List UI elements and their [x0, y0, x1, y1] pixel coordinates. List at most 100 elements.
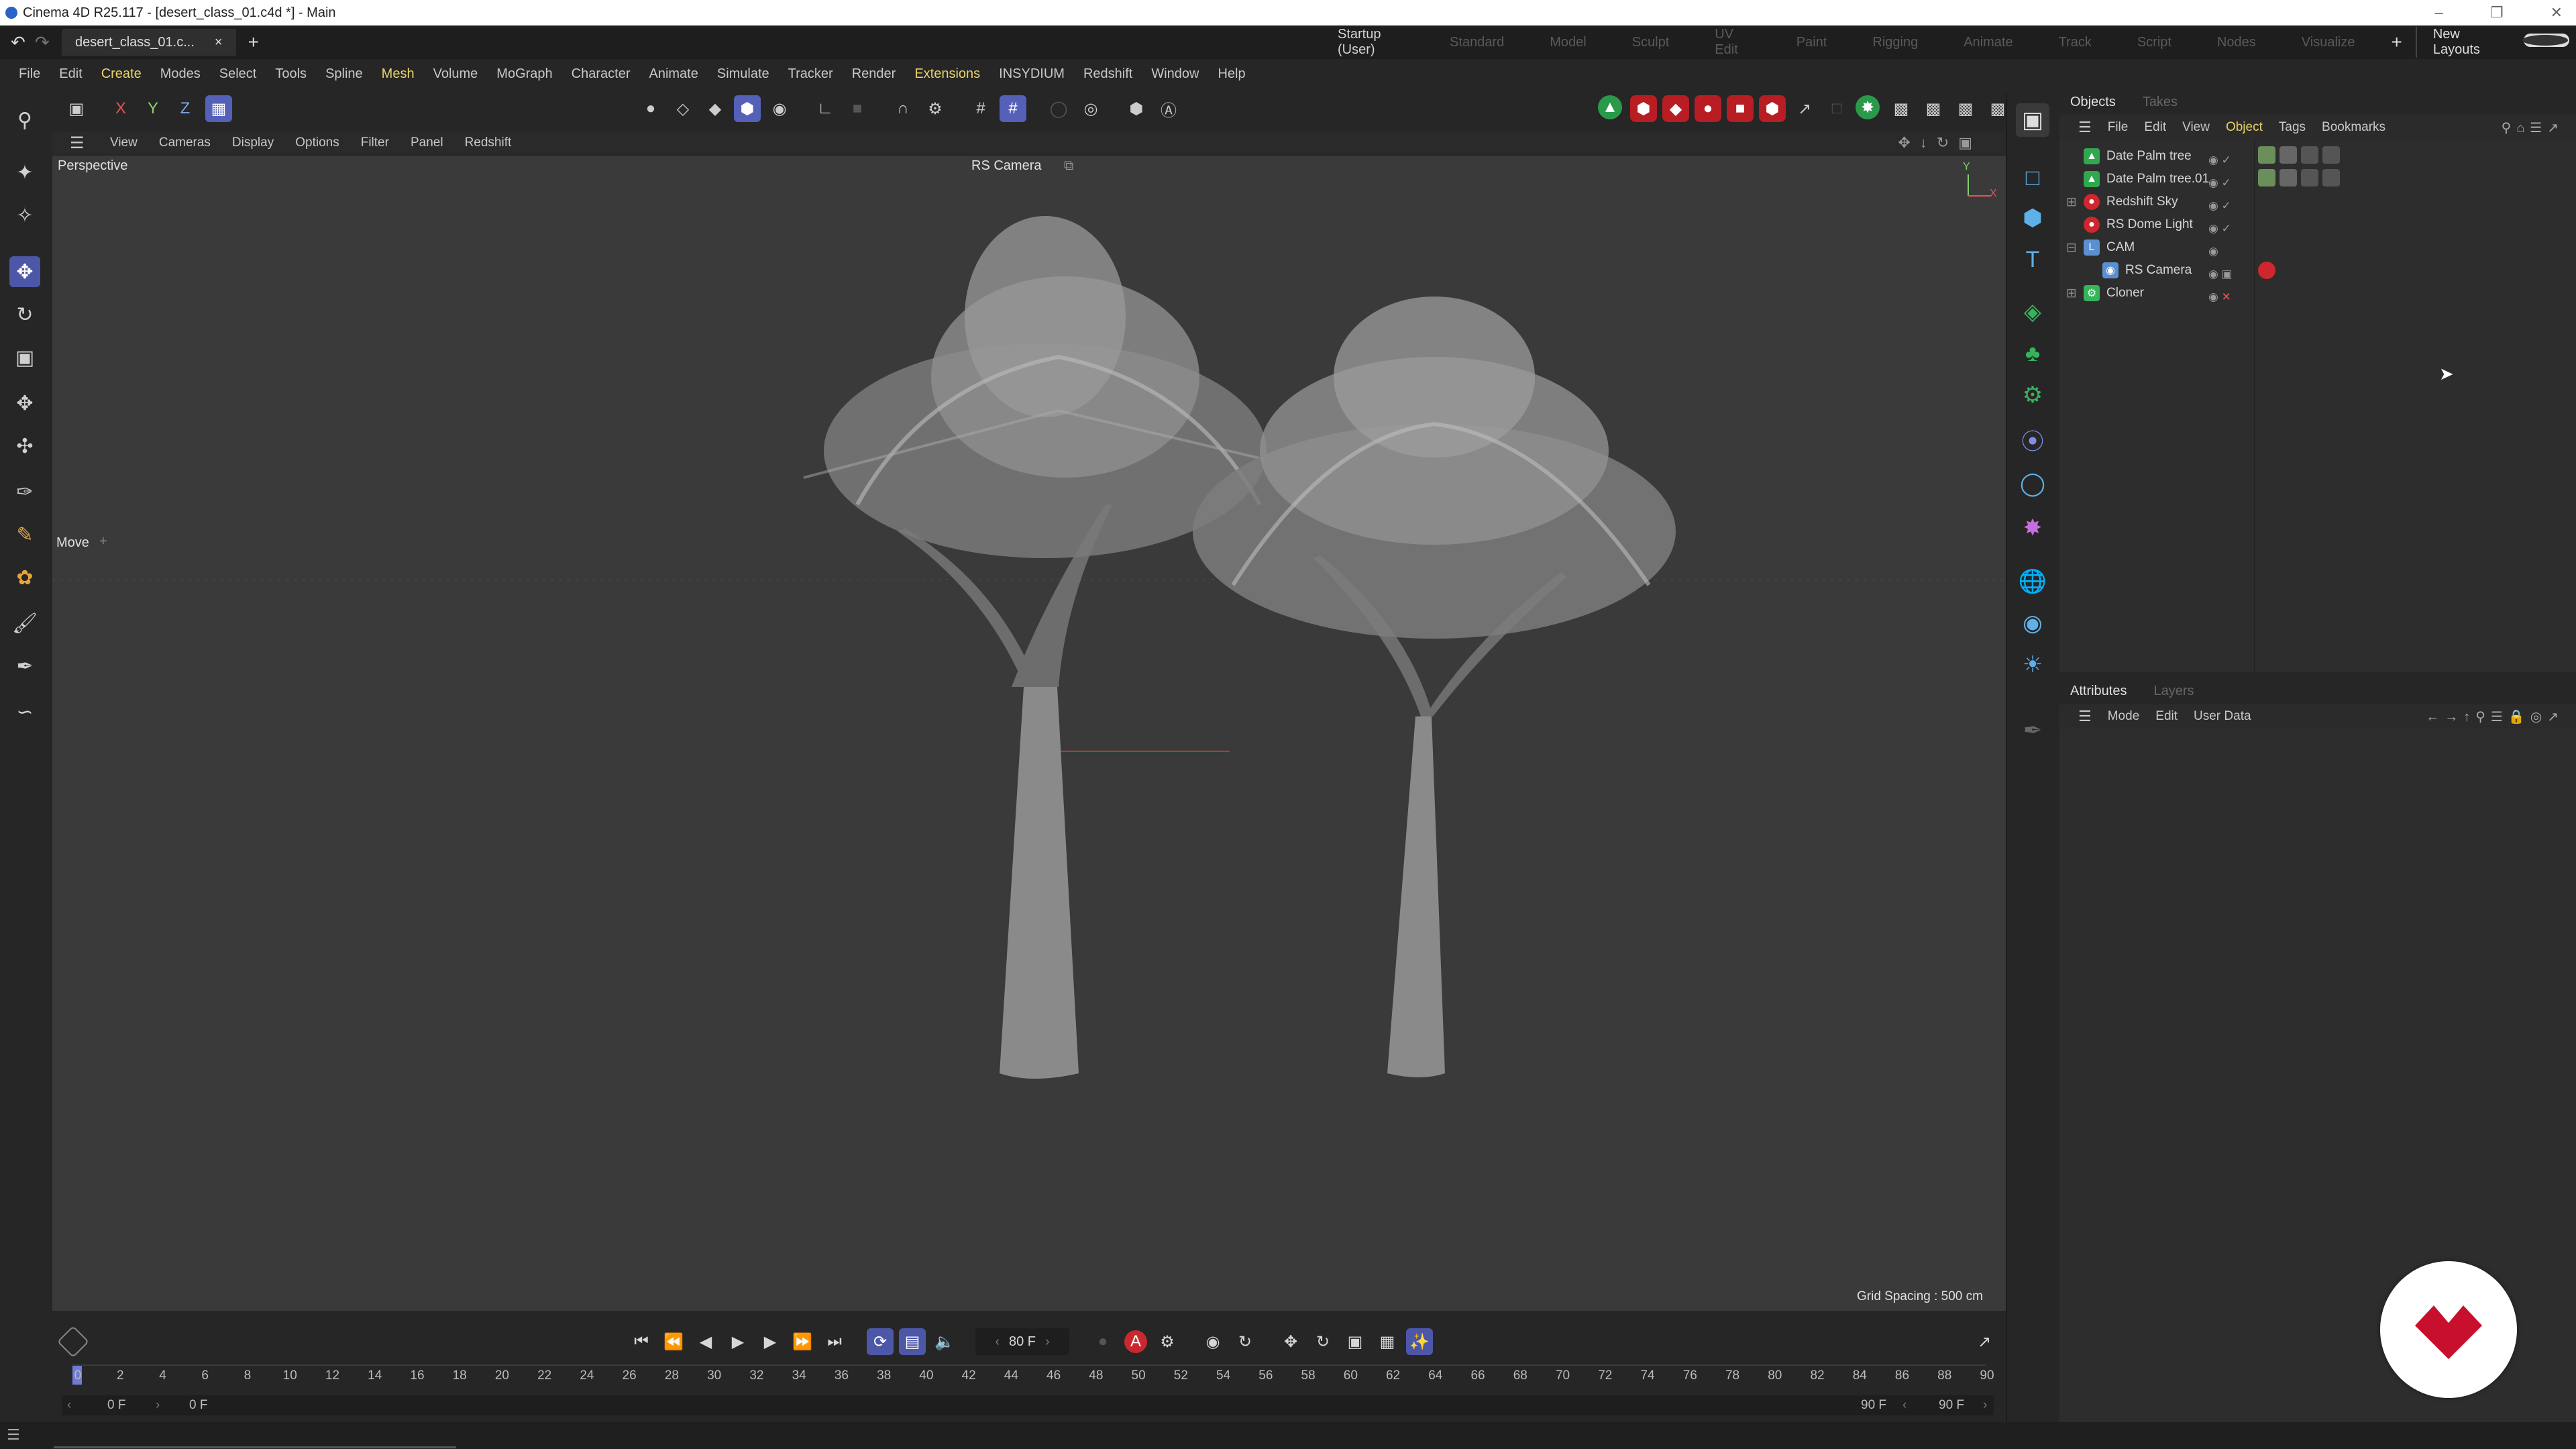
viewport-layout-icon[interactable]: ▣ [2016, 103, 2049, 137]
effector-icon[interactable]: ⚙ [2016, 378, 2049, 412]
axis-z-toggle[interactable]: Z [172, 95, 199, 122]
axis-x-toggle[interactable]: X [107, 95, 134, 122]
workplane-grid-icon[interactable]: # [1000, 95, 1026, 122]
close-tab-icon[interactable]: × [215, 35, 223, 50]
layout-rigging[interactable]: Rigging [1849, 35, 1941, 50]
sound-icon[interactable]: 🔈 [931, 1328, 958, 1355]
tab-objects[interactable]: Objects [2070, 95, 2116, 110]
range-start-field[interactable]: 0 F [107, 1398, 125, 1413]
loop-icon[interactable]: ⟳ [867, 1328, 894, 1355]
menu-mesh[interactable]: Mesh [372, 66, 424, 82]
tab-layers[interactable]: Layers [2153, 684, 2194, 699]
region-render-icon[interactable]: □ [1823, 95, 1850, 122]
keyframe-icon[interactable] [56, 1325, 90, 1358]
menu-spline[interactable]: Spline [316, 66, 372, 82]
menu-volume[interactable]: Volume [424, 66, 488, 82]
redshift-light-icon[interactable]: ● [1695, 95, 1721, 122]
preview-start-field[interactable]: 0 F [189, 1398, 207, 1413]
cube-icon[interactable]: ⬢ [2016, 201, 2049, 235]
minimize-icon[interactable]: – [2435, 4, 2443, 21]
viewport-menu-display[interactable]: Display [221, 136, 284, 150]
menu-file[interactable]: File [9, 66, 50, 82]
attributes-menu-user-data[interactable]: User Data [2186, 709, 2259, 724]
menu-extensions[interactable]: Extensions [905, 66, 989, 82]
add-tab-icon[interactable]: + [248, 32, 259, 53]
layout-paint[interactable]: Paint [1774, 35, 1850, 50]
layout-model[interactable]: Model [1527, 35, 1609, 50]
menu-modes[interactable]: Modes [151, 66, 210, 82]
viewport-menu-redshift[interactable]: Redshift [454, 136, 523, 150]
layout-visualize[interactable]: Visualize [2279, 35, 2378, 50]
viewport-solo-icon[interactable]: ▣ [63, 95, 90, 122]
play-icon[interactable]: ▶ [724, 1328, 751, 1355]
key-pla-icon[interactable]: ▦ [1374, 1328, 1401, 1355]
snap-settings-icon[interactable]: ⚙ [922, 95, 949, 122]
environment-icon[interactable]: 🌐 [2016, 565, 2049, 598]
object-name[interactable]: RS Dome Light [2106, 217, 2193, 232]
objects-menu-tags[interactable]: Tags [2271, 120, 2314, 135]
new-layouts-button[interactable]: New Layouts [2415, 27, 2517, 58]
insydium-icon[interactable]: ▲ [1598, 95, 1622, 119]
spline-sketch-icon[interactable]: ✎ [9, 519, 40, 550]
placement-tool-icon[interactable]: ✣ [9, 431, 40, 462]
list-item[interactable]: ⊞ ● Redshift Sky [2066, 191, 2178, 213]
palm-tree-2[interactable] [1193, 297, 1676, 1077]
spline-pen-icon[interactable]: ✑ [9, 476, 40, 507]
field-icon[interactable]: ◯ [2016, 467, 2049, 500]
menu-help[interactable]: Help [1208, 66, 1254, 82]
object-name[interactable]: CAM [2106, 240, 2135, 255]
soft-selection-icon[interactable]: ⬢ [1123, 95, 1150, 122]
undo-icon[interactable]: ↶ [11, 32, 25, 53]
object-name[interactable]: RS Camera [2125, 263, 2192, 278]
attributes-hamburger-icon[interactable]: ☰ [2070, 708, 2100, 725]
menu-insydium[interactable]: INSYDIUM [989, 66, 1074, 82]
layout-track[interactable]: Track [2036, 35, 2114, 50]
brush-icon[interactable]: 🖌 [9, 608, 40, 639]
record-keys-icon[interactable]: ● [1089, 1328, 1116, 1355]
viewport-menu-panel[interactable]: Panel [400, 136, 454, 150]
move-tool-icon[interactable]: ✥ [9, 256, 40, 287]
list-item[interactable]: ⊞ ⚙ Cloner [2066, 282, 2144, 305]
objects-menu-file[interactable]: File [2100, 120, 2137, 135]
close-window-icon[interactable]: ✕ [2551, 4, 2563, 21]
objects-menu-object[interactable]: Object [2218, 120, 2271, 135]
object-name[interactable]: Date Palm tree [2106, 149, 2192, 164]
keyframe-settings-icon[interactable]: ⚙ [1154, 1328, 1181, 1355]
transform-tool-icon[interactable]: ✥ [9, 388, 40, 419]
key-position-icon[interactable]: ◉ [1199, 1328, 1226, 1355]
palm-tree-1[interactable] [803, 216, 1314, 1079]
viewport-menu-options[interactable]: Options [284, 136, 350, 150]
live-selection-icon[interactable]: ✧ [9, 200, 40, 231]
attributes-tool-icons[interactable]: ←→↑⚲☰🔒◎↗ [2418, 708, 2572, 725]
objects-hamburger-icon[interactable]: ☰ [2070, 119, 2100, 136]
layout-sculpt[interactable]: Sculpt [1609, 35, 1693, 50]
menu-tracker[interactable]: Tracker [779, 66, 843, 82]
texture-mode-icon[interactable]: ◉ [766, 95, 793, 122]
render-settings-icon[interactable]: ▩ [1952, 95, 1979, 122]
rotate-tool-icon[interactable]: ↻ [9, 299, 40, 330]
spline-shapes-icon[interactable]: ✿ [9, 562, 40, 593]
list-item[interactable]: ● RS Dome Light [2066, 213, 2193, 236]
list-item[interactable]: ⊟ L CAM [2066, 236, 2135, 259]
menu-select[interactable]: Select [210, 66, 266, 82]
polygons-mode-icon[interactable]: ◆ [702, 95, 729, 122]
menu-window[interactable]: Window [1142, 66, 1208, 82]
objects-tool-icons[interactable]: ⚲⌂☰↗ [2493, 119, 2572, 136]
menu-create[interactable]: Create [92, 66, 151, 82]
model-mode-icon[interactable]: ⬢ [734, 95, 761, 122]
layout-startup[interactable]: Startup (User) [1315, 27, 1428, 64]
text-spline-icon[interactable]: T [2016, 243, 2049, 276]
search-icon[interactable]: ⚲ [9, 105, 40, 136]
select-icon[interactable]: ✦ [9, 157, 40, 188]
scale-tool-icon[interactable]: ▣ [9, 342, 40, 373]
mograph-cloner-icon[interactable]: ♣ [2016, 337, 2049, 370]
knife-icon[interactable]: ✒ [9, 651, 40, 682]
menu-tools[interactable]: Tools [266, 66, 316, 82]
viewport-menu-filter[interactable]: Filter [350, 136, 400, 150]
teamrender-icon[interactable]: ✸ [1856, 95, 1880, 119]
workplane-icon[interactable]: ∟ [812, 95, 839, 122]
edges-mode-icon[interactable]: ◇ [669, 95, 696, 122]
3d-viewport[interactable]: Perspective RS Camera ⧉ Move + Grid Spac… [52, 156, 2006, 1311]
preview-range-icon[interactable]: ▤ [899, 1328, 926, 1355]
symmetry-icon[interactable]: ◯ [1045, 95, 1072, 122]
